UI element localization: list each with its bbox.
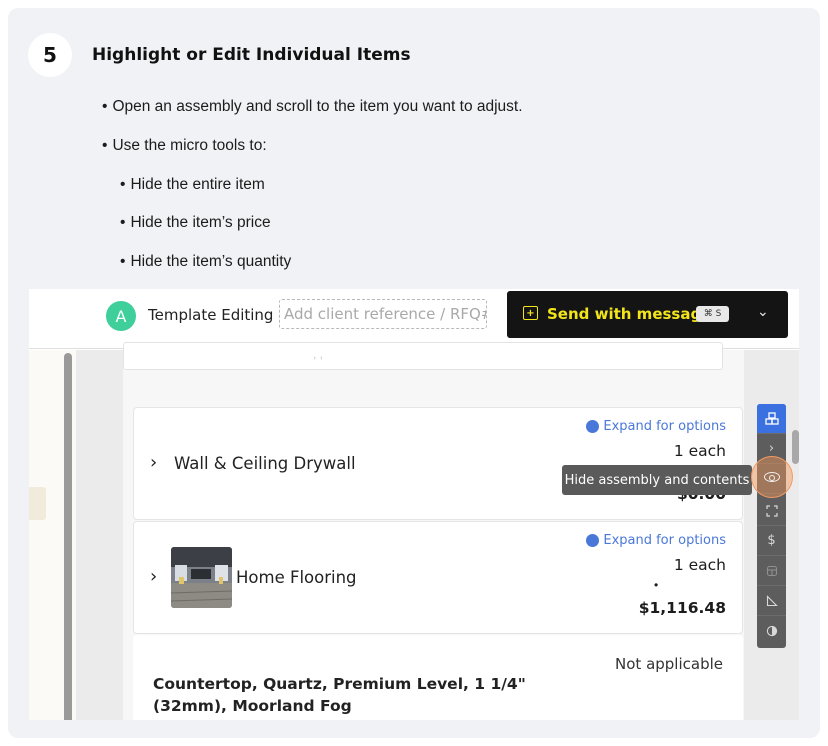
bullet-hide-item: Hide the entire item — [120, 176, 264, 194]
expand-options-link[interactable]: Expand for options — [586, 533, 726, 548]
info-dot-icon — [586, 534, 600, 547]
info-dot-icon — [586, 420, 600, 433]
shortcut-badge: ⌘ S — [696, 306, 729, 322]
expand-options-link[interactable]: Expand for options — [586, 419, 726, 434]
previous-card: , , — [123, 342, 723, 370]
assembly-row-flooring[interactable]: › Home Flooring Expand for options 1 eac — [133, 521, 743, 634]
item-name: Wall & Ceiling Drywall — [174, 454, 356, 473]
chevron-right-icon[interactable]: › — [150, 452, 157, 473]
avatar[interactable]: A — [106, 301, 136, 331]
micro-tools-toolbar: › $ — [757, 404, 786, 648]
ruler-icon[interactable] — [757, 586, 786, 616]
left-gutter — [76, 350, 123, 720]
document-area: , , › Wall & Ceiling Drywall Expand for … — [123, 342, 744, 720]
contrast-icon[interactable] — [757, 616, 786, 646]
chevron-down-icon[interactable]: ⌄ — [757, 304, 769, 320]
item-name: Countertop, Quartz, Premium Level, 1 1/4… — [153, 675, 526, 715]
box-icon[interactable] — [757, 556, 786, 586]
assembly-row-drywall[interactable]: › Wall & Ceiling Drywall Expand for opti… — [133, 407, 743, 520]
left-scrollbar[interactable] — [64, 353, 72, 720]
separator-dot: • — [654, 578, 659, 592]
bullet-micro-tools: Use the micro tools to: — [102, 137, 266, 155]
assembly-icon[interactable] — [757, 404, 786, 434]
send-with-message-label: Send with message — [547, 305, 712, 323]
hide-assembly-tooltip: Hide assembly and contents — [562, 465, 752, 495]
chevron-right-icon[interactable]: › — [150, 566, 157, 587]
expand-icon[interactable] — [757, 496, 786, 526]
send-with-message-button[interactable]: + Send with message ⌘ S ⌄ — [507, 291, 788, 338]
item-row-countertop[interactable]: Not applicable Countertop, Quartz, Premi… — [133, 635, 743, 720]
left-panel-tab[interactable] — [29, 487, 46, 520]
item-quantity: 1 each — [673, 442, 726, 460]
top-bar: A Template Editing Add client reference … — [29, 289, 799, 349]
bullet-hide-quantity: Hide the item’s quantity — [120, 253, 291, 271]
app-screenshot: A Template Editing Add client reference … — [29, 289, 799, 720]
bullet-hide-price: Hide the item’s price — [120, 214, 270, 232]
item-quantity: 1 each — [673, 556, 726, 574]
item-name: Home Flooring — [236, 568, 357, 587]
dollar-icon[interactable]: $ — [757, 526, 786, 556]
right-scrollbar[interactable] — [792, 430, 799, 464]
step-number: 5 — [28, 33, 72, 77]
eye-icon[interactable] — [764, 472, 780, 482]
template-editing-label: Template Editing — [148, 306, 274, 324]
step-title: Highlight or Edit Individual Items — [92, 45, 411, 65]
item-status: Not applicable — [615, 655, 723, 673]
bullet-open-assembly: Open an assembly and scroll to the item … — [102, 98, 522, 116]
flooring-thumbnail — [171, 547, 232, 608]
item-price: $1,116.48 — [638, 599, 726, 617]
client-reference-input[interactable]: Add client reference / RFQ# — [279, 299, 487, 329]
message-plus-icon: + — [523, 306, 538, 320]
